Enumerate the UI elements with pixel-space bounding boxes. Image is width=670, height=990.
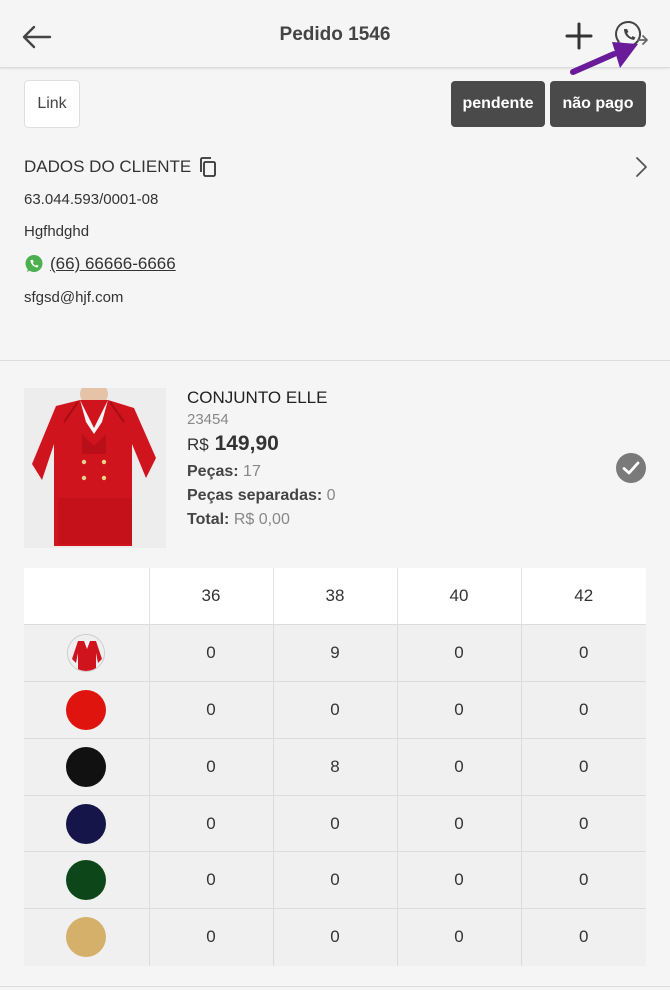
quantity-cell[interactable]: 0 xyxy=(149,794,274,852)
separated-label: Peças separadas: xyxy=(187,487,323,504)
pieces-line: Peças: 17 xyxy=(187,463,261,481)
quantity-cell[interactable]: 0 xyxy=(521,624,646,682)
quantity-cell[interactable]: 0 xyxy=(149,851,274,909)
product-price: R$ 149,90 xyxy=(187,432,279,456)
pieces-value: 17 xyxy=(243,463,261,480)
link-button[interactable]: Link xyxy=(24,80,80,128)
quantity-cell[interactable]: 0 xyxy=(521,681,646,739)
check-circle-icon[interactable] xyxy=(615,452,647,484)
quantity-cell[interactable]: 0 xyxy=(273,681,398,739)
variant-photo-thumbnail[interactable] xyxy=(67,634,106,673)
color-swatch-beige[interactable] xyxy=(66,917,107,958)
quantity-cell[interactable]: 0 xyxy=(149,908,274,966)
quantity-cell[interactable]: 0 xyxy=(397,681,522,739)
table-row: 0 0 0 0 xyxy=(24,851,646,909)
separated-line: Peças separadas: 0 xyxy=(187,487,336,505)
client-section-header: DADOS DO CLIENTE xyxy=(24,156,219,178)
client-section-title: DADOS DO CLIENTE xyxy=(24,157,192,176)
quantity-cell[interactable]: 0 xyxy=(521,794,646,852)
chevron-right-icon[interactable] xyxy=(631,154,651,180)
quantity-cell[interactable]: 0 xyxy=(397,851,522,909)
total-line: Total: R$ 0,00 xyxy=(187,511,290,529)
grid-corner-cell xyxy=(24,568,150,625)
size-header-38: 38 xyxy=(273,568,398,625)
product-photo xyxy=(24,388,166,548)
quantity-cell[interactable]: 0 xyxy=(521,737,646,796)
copy-icon[interactable] xyxy=(197,156,219,178)
order-status-button[interactable]: pendente xyxy=(451,81,545,127)
quantity-cell[interactable]: 0 xyxy=(397,737,522,796)
variant-cell xyxy=(24,681,150,739)
product-thumbnail-photo xyxy=(68,635,105,672)
variant-cell xyxy=(24,624,150,682)
quantity-cell[interactable]: 0 xyxy=(149,737,274,796)
variant-cell xyxy=(24,851,150,909)
total-value: R$ 0,00 xyxy=(233,511,290,528)
separated-value: 0 xyxy=(326,487,336,504)
product-image[interactable] xyxy=(24,388,166,548)
table-row: 0 0 0 0 xyxy=(24,681,646,739)
product-code: 23454 xyxy=(187,411,229,428)
color-swatch-green[interactable] xyxy=(66,860,107,901)
color-swatch-red[interactable] xyxy=(66,689,107,730)
variant-cell xyxy=(24,908,150,966)
client-phone-link[interactable]: (66) 66666-6666 xyxy=(50,254,176,274)
quantity-cell[interactable]: 0 xyxy=(273,794,398,852)
whatsapp-icon xyxy=(25,255,43,272)
client-name: Hgfhdghd xyxy=(24,223,90,240)
quantity-cell[interactable]: 9 xyxy=(273,624,398,682)
pieces-label: Peças: xyxy=(187,463,239,480)
size-header-36: 36 xyxy=(149,568,274,625)
quantity-cell[interactable]: 0 xyxy=(521,851,646,909)
price-currency: R$ xyxy=(187,435,209,454)
quantity-cell[interactable]: 0 xyxy=(521,908,646,966)
quantity-cell[interactable]: 0 xyxy=(273,851,398,909)
annotation-arrow xyxy=(570,42,638,75)
variant-cell xyxy=(24,737,150,796)
client-phone-row[interactable]: (66) 66666-6666 xyxy=(24,254,176,274)
table-row: 0 8 0 0 xyxy=(24,737,646,796)
size-color-grid: 36 38 40 42 0 9 0 0 0 0 0 0 0 8 0 0 0 0 … xyxy=(24,568,646,966)
price-value: 149,90 xyxy=(214,432,279,455)
size-header-40: 40 xyxy=(397,568,522,625)
bottom-divider xyxy=(0,986,670,987)
quantity-cell[interactable]: 0 xyxy=(397,908,522,966)
table-row: 0 0 0 0 xyxy=(24,794,646,852)
quantity-cell[interactable]: 0 xyxy=(397,624,522,682)
client-document: 63.044.593/0001-08 xyxy=(24,191,159,208)
color-swatch-black[interactable] xyxy=(66,746,107,787)
variant-cell xyxy=(24,794,150,852)
section-divider xyxy=(0,360,670,361)
table-row: 0 9 0 0 xyxy=(24,624,646,682)
client-email: sfgsd@hjf.com xyxy=(24,289,124,306)
table-row: 0 0 0 0 xyxy=(24,908,646,966)
product-name: CONJUNTO ELLE xyxy=(187,388,328,407)
quantity-cell[interactable]: 0 xyxy=(273,908,398,966)
size-header-42: 42 xyxy=(521,568,646,625)
quantity-cell[interactable]: 0 xyxy=(149,624,274,682)
quantity-cell[interactable]: 0 xyxy=(149,681,274,739)
quantity-cell[interactable]: 8 xyxy=(273,737,398,796)
total-label: Total: xyxy=(187,511,230,528)
quantity-cell[interactable]: 0 xyxy=(397,794,522,852)
color-swatch-navy[interactable] xyxy=(66,803,107,844)
payment-status-button[interactable]: não pago xyxy=(550,81,646,127)
